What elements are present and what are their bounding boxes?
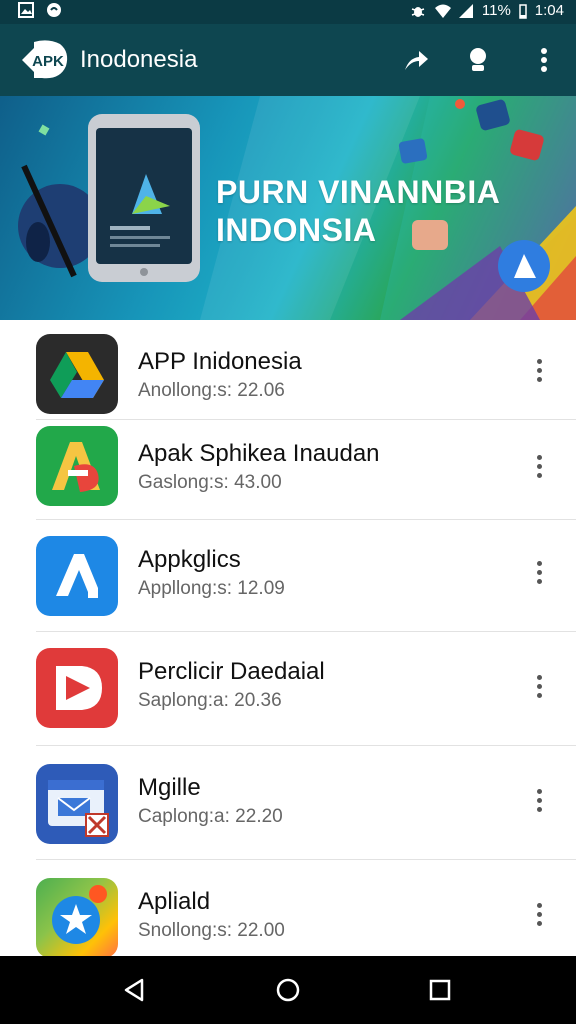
more-vert-icon[interactable] [528,44,560,76]
signal-icon [458,3,474,19]
wifi-icon [434,3,451,19]
app-name: Mgille [138,774,201,801]
gallery-icon [18,2,34,18]
item-more-icon[interactable] [526,666,552,706]
app-name: APP Inidonesia [138,348,302,375]
promo-banner[interactable]: PURN VINANNBIA INDONSIA [0,96,576,320]
list-item[interactable]: Perclicir Daedaial Saplong:a: 20.36 [0,632,576,746]
item-more-icon[interactable] [526,350,552,390]
list-item[interactable]: Appkglics Appllong:s: 12.09 [0,520,576,632]
list-item[interactable]: APP Inidonesia Anollong:s: 22.06 [0,320,576,420]
recents-icon[interactable] [420,974,460,1006]
aps-icon [36,426,118,506]
banner-title-line2: INDONSIA [216,212,377,248]
battery-text: 11% [481,2,511,19]
item-more-icon[interactable] [526,780,552,820]
item-more-icon[interactable] [526,894,552,934]
system-nav-bar [0,956,576,1024]
status-bar: 11% 1:04 [0,0,576,24]
app-title: Inodonesia [80,46,198,73]
account-icon[interactable] [462,44,494,76]
app-subtitle: Saplong:a: 20.36 [138,690,282,711]
app-subtitle: Appllong:s: 12.09 [138,578,285,599]
app-subtitle: Snollong:s: 22.00 [138,920,285,941]
app-subtitle: Anollong:s: 22.06 [138,380,285,401]
list-item[interactable]: Mgille Caplong:a: 22.20 [0,746,576,860]
apk-logo[interactable]: APK [18,38,70,82]
item-more-icon[interactable] [526,552,552,592]
app-name: Apliald [138,888,211,915]
app-name: Appkglics [138,546,241,573]
app-name: Perclicir Daedaial [138,658,325,685]
battery-icon [519,3,527,19]
banner-title-line1: PURN VINANNBIA [216,174,501,210]
back-icon[interactable] [114,974,154,1006]
app-name: Apak Sphikea Inaudan [138,440,380,467]
whatsapp-icon [46,2,62,18]
play-d-icon [36,648,118,728]
mail-calendar-icon [36,764,118,844]
app-bar: APK Inodonesia [0,24,576,96]
list-item[interactable]: Apliald Snollong:s: 22.00 [0,860,576,958]
item-more-icon[interactable] [526,446,552,486]
share-icon[interactable] [400,44,432,76]
a-store-icon [36,536,118,616]
logo-text: APK [32,53,64,70]
list-item[interactable]: Apak Sphikea Inaudan Gaslong:s: 43.00 [0,420,576,520]
app-subtitle: Gaslong:s: 43.00 [138,472,282,493]
app-subtitle: Caplong:a: 22.20 [138,806,283,827]
drive-icon [36,334,118,414]
bug-icon [410,3,426,19]
home-icon[interactable] [268,974,308,1006]
clock: 1:04 [534,2,564,19]
star-clock-icon [36,878,118,958]
